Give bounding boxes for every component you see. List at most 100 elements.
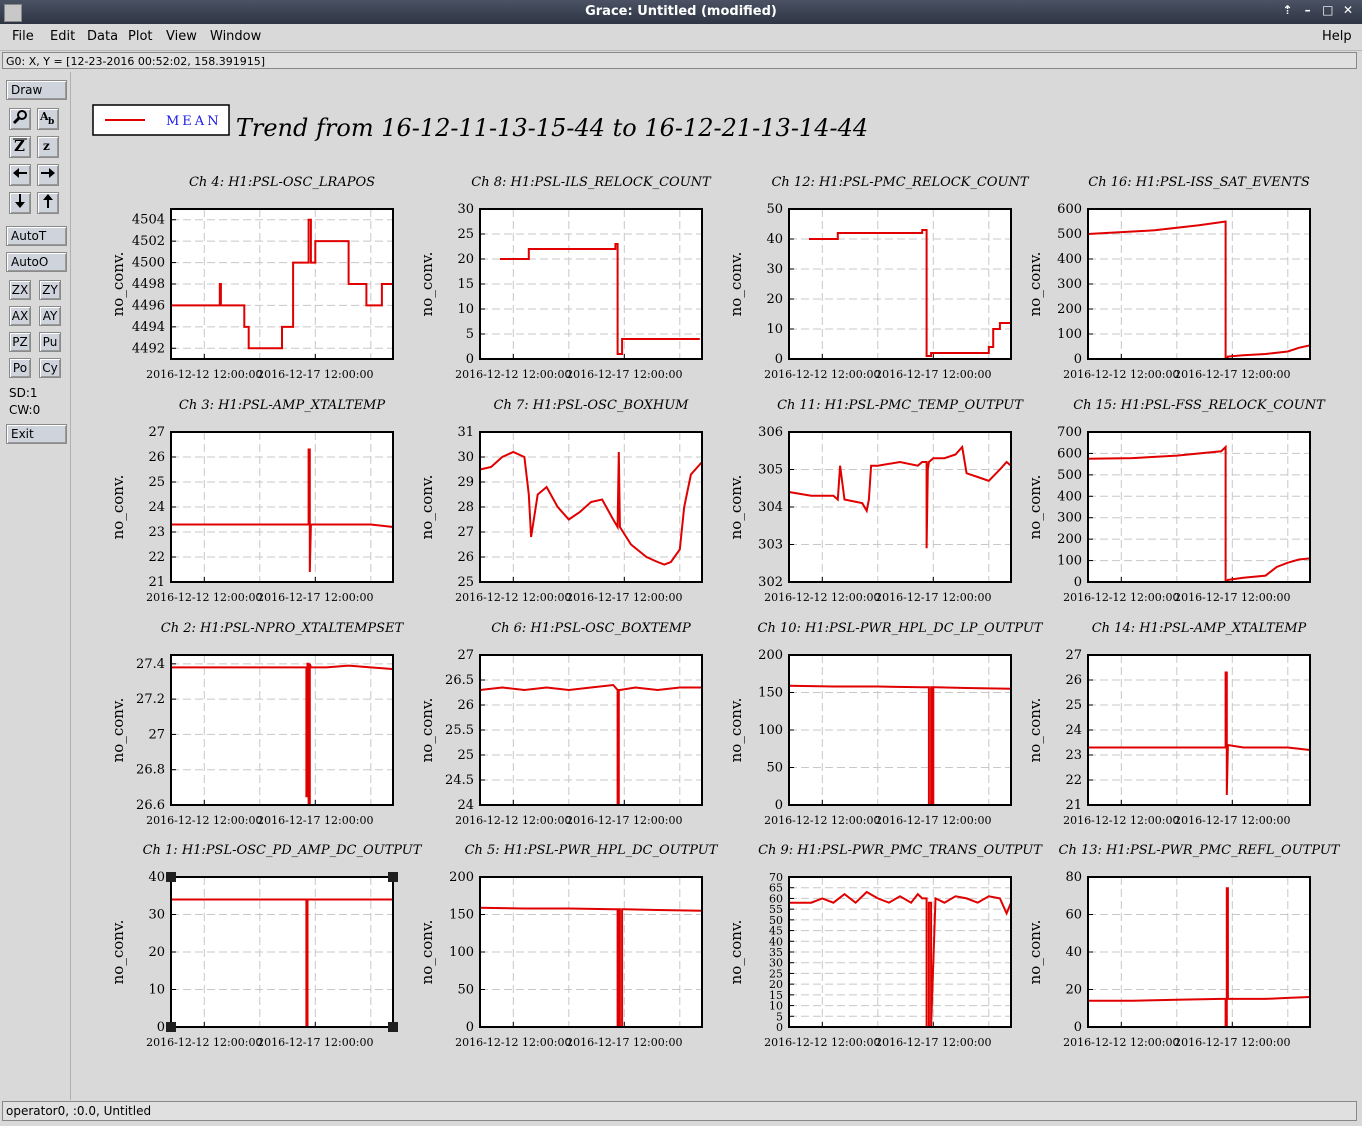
chart-panel[interactable]: 24 24.5 25 25.5 26 26.5 27 2016-12-12 12:00:002…: [418, 621, 703, 827]
arrow-right-icon[interactable]: [37, 164, 59, 186]
chart-title: Ch 14: H1:PSL-AMP_XTALTEMP: [1092, 621, 1307, 636]
y-tick-label: 600: [1057, 446, 1082, 461]
chart-title: Ch 16: H1:PSL-ISS_SAT_EVENTS: [1088, 175, 1310, 190]
arrow-down-icon[interactable]: [9, 192, 31, 214]
x-tick-label: 2016-12-12 12:00:00: [146, 814, 262, 827]
minimize-icon[interactable]: –: [1300, 3, 1316, 17]
y-tick-label: 24: [148, 500, 165, 515]
menu-window[interactable]: Window: [210, 29, 261, 44]
chart-panel[interactable]: 0 20 40 60 80 2016-12-12 12:00:002016-12-17 1…: [1026, 843, 1341, 1049]
draw-button[interactable]: Draw: [6, 80, 67, 100]
x-tick-label: 2016-12-12 12:00:00: [1063, 368, 1179, 381]
y-tick-label: 304: [758, 500, 783, 515]
pz-button[interactable]: PZ: [9, 332, 31, 352]
y-tick-label: 26: [1065, 673, 1082, 688]
menu-view[interactable]: View: [166, 29, 197, 44]
po-button[interactable]: Po: [9, 358, 31, 378]
menu-plot[interactable]: Plot: [128, 29, 153, 44]
exit-button[interactable]: Exit: [6, 424, 67, 444]
y-tick-label: 10: [457, 302, 474, 317]
pu-button[interactable]: Pu: [39, 332, 61, 352]
chart-title: Ch 7: H1:PSL-OSC_BOXHUM: [494, 398, 690, 413]
y-tick-label: 305: [758, 463, 783, 478]
chart-panel[interactable]: 0 5 10 15 20 25 30 2016-12-12 12:00:002016-12-1…: [418, 175, 712, 381]
y-axis-label: no_conv.: [109, 920, 127, 985]
chart-panel[interactable]: 21 22 23 24 25 26 27 2016-12-12 12:00:002016-12…: [1026, 621, 1311, 827]
chart-title: Ch 10: H1:PSL-PWR_HPL_DC_LP_OUTPUT: [758, 621, 1044, 636]
y-tick-label: 0: [1074, 352, 1082, 367]
y-tick-label: 200: [758, 648, 783, 663]
chart-panel[interactable]: 0 10 20 30 40 2016-12-12 12:00:002016-12-17 1…: [109, 843, 423, 1049]
chart-title: Ch 3: H1:PSL-AMP_XTALTEMP: [179, 398, 385, 413]
legend-label: MEAN: [166, 114, 222, 129]
y-tick-label: 30: [148, 908, 165, 923]
y-tick-label: 26.8: [136, 763, 165, 778]
chart-panel[interactable]: 4492 4494 4496 4498 4500 4502 4504 2016-12-12 1…: [109, 175, 394, 381]
chart-panel[interactable]: 21 22 23 24 25 26 27 2016-12-12 12:00:002016-12…: [109, 398, 394, 604]
chart-panel[interactable]: 05101520253035404550556065702016-12-12 1…: [727, 843, 1043, 1049]
y-tick-label: 27: [148, 727, 165, 742]
y-tick-label: 25.5: [445, 723, 474, 738]
chart-panel[interactable]: 26.6 26.8 27 27.2 27.4 2016-12-12 12:00:00201…: [109, 621, 405, 827]
y-tick-label: 4496: [132, 298, 165, 313]
chart-title: Ch 13: H1:PSL-PWR_PMC_REFL_OUTPUT: [1059, 843, 1341, 858]
autoo-button[interactable]: AutoO: [6, 252, 67, 272]
y-tick-label: 400: [1057, 252, 1082, 267]
selection-handle[interactable]: [166, 1022, 176, 1032]
x-tick-label: 2016-12-12 12:00:00: [764, 1036, 880, 1049]
maximize-up-icon[interactable]: ⇡: [1279, 3, 1295, 17]
chart-panel[interactable]: 0 10 20 30 40 50 2016-12-12 12:00:002016-12-17…: [727, 175, 1030, 381]
selection-handle[interactable]: [388, 1022, 398, 1032]
menu-file[interactable]: File: [12, 29, 34, 44]
arrow-up-icon[interactable]: [37, 192, 59, 214]
y-tick-label: 150: [449, 908, 474, 923]
x-tick-label: 2016-12-12 12:00:00: [146, 1036, 262, 1049]
selection-handle[interactable]: [166, 872, 176, 882]
restore-icon[interactable]: □: [1320, 3, 1336, 17]
y-tick-label: 400: [1057, 489, 1082, 504]
chart-panel[interactable]: 0 50 100 150 200 2016-12-12 12:00:002016-12-1…: [727, 621, 1044, 827]
tool-panel: Draw Ab Z z AutoT AutoO ZX ZY AX AY PZ P…: [0, 72, 71, 1100]
text-icon[interactable]: Ab: [37, 108, 59, 130]
menu-edit[interactable]: Edit: [50, 29, 75, 44]
y-tick-label: 200: [1057, 532, 1082, 547]
zy-button[interactable]: ZY: [39, 280, 61, 300]
magnifier-icon[interactable]: [9, 108, 31, 130]
chart-title: Ch 5: H1:PSL-PWR_HPL_DC_OUTPUT: [465, 843, 719, 858]
chart-title: Ch 12: H1:PSL-PMC_RELOCK_COUNT: [771, 175, 1029, 190]
chart-panel[interactable]: 0 100 200 300 400 500 600 2016-12-12 12:00:0020…: [1026, 175, 1311, 381]
chart-panel[interactable]: 302 303 304 305 306 2016-12-12 12:00:002016-1…: [727, 398, 1024, 604]
selection-handle[interactable]: [388, 872, 398, 882]
ay-button[interactable]: AY: [39, 306, 61, 326]
zoom-in-icon[interactable]: z: [37, 136, 59, 158]
y-tick-label: 25: [457, 575, 474, 590]
graph-canvas[interactable]: MEAN Trend from 16-12-11-13-15-44 to 16-…: [72, 72, 1358, 1100]
autot-button[interactable]: AutoT: [6, 226, 67, 246]
chart-title: Ch 9: H1:PSL-PWR_PMC_TRANS_OUTPUT: [758, 843, 1043, 858]
ax-button[interactable]: AX: [9, 306, 31, 326]
y-tick-label: 24: [1065, 723, 1082, 738]
y-tick-label: 4494: [132, 320, 165, 335]
zoom-out-icon[interactable]: Z: [9, 136, 31, 158]
chart-panel[interactable]: 25 26 27 28 29 30 31 2016-12-12 12:00:002016-12…: [418, 398, 703, 604]
locator-bar: G0: X, Y = [12-23-2016 00:52:02, 158.391…: [2, 52, 1357, 69]
arrow-left-icon[interactable]: [9, 164, 31, 186]
menu-help[interactable]: Help: [1322, 29, 1352, 44]
y-tick-label: 0: [157, 1020, 165, 1035]
y-tick-label: 27: [457, 648, 474, 663]
chart-title: Ch 15: H1:PSL-FSS_RELOCK_COUNT: [1073, 398, 1326, 413]
x-tick-label: 2016-12-17 12:00:00: [875, 368, 991, 381]
chart-panel[interactable]: 0 50 100 150 200 2016-12-12 12:00:002016-12-1…: [418, 843, 719, 1049]
chart-panel[interactable]: 0 100 200 300 400 500 600 700 2016-12-12 12:00:0…: [1026, 398, 1326, 604]
y-tick-label: 21: [1065, 798, 1082, 813]
menu-data[interactable]: Data: [87, 29, 118, 44]
close-icon[interactable]: ✕: [1340, 3, 1356, 17]
y-tick-label: 100: [449, 945, 474, 960]
y-axis-label: no_conv.: [1026, 252, 1044, 317]
y-tick-label: 600: [1057, 202, 1082, 217]
cy-button[interactable]: Cy: [39, 358, 61, 378]
y-tick-label: 20: [766, 292, 783, 307]
plot-title: Trend from 16-12-11-13-15-44 to 16-12-21…: [236, 114, 868, 142]
plot-area[interactable]: MEAN Trend from 16-12-11-13-15-44 to 16-…: [72, 72, 1358, 1100]
zx-button[interactable]: ZX: [9, 280, 31, 300]
